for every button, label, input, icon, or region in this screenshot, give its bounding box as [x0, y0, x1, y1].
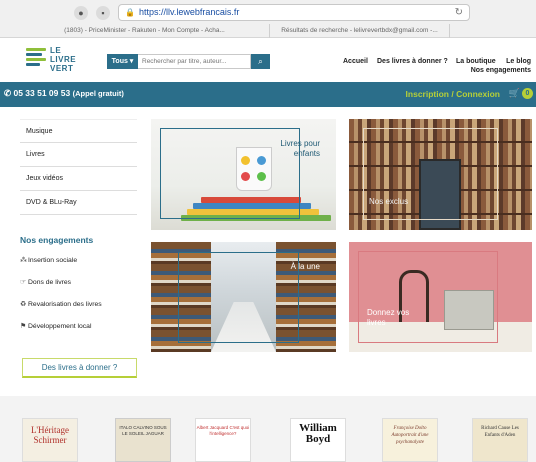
tile-a-la-une[interactable]: À la une — [151, 242, 336, 352]
tab-search-results[interactable]: Résultats de recherche - lelivrevertbdx@… — [270, 24, 450, 38]
engagement-insertion[interactable]: ⁂Insertion sociale — [20, 256, 77, 264]
category-dvd-bluray[interactable]: DVD & BLu-Ray — [20, 191, 137, 215]
cart-icon[interactable]: 🛒 — [509, 88, 520, 99]
tile-donnez-livres[interactable]: Donnez vos livres — [349, 242, 532, 352]
shield-icon[interactable]: ● — [74, 6, 88, 20]
tile-livres-enfants-label: Livres pour enfants — [280, 139, 320, 158]
tab-strip: (1803) - PriceMinister - Rakuten - Mon C… — [0, 24, 536, 38]
people-icon: ⁂ — [20, 257, 27, 264]
cart-count-badge: 0 — [522, 88, 533, 99]
tile-donnez-livres-label: Donnez vos livres — [367, 308, 410, 327]
category-livres[interactable]: Livres — [20, 143, 137, 167]
lock-icon: 🔒 — [125, 8, 135, 17]
hand-icon: ☞ — [20, 279, 27, 286]
book-cover[interactable]: ITALO CALVINO SOUS LE SOLEIL JAGUAR — [115, 418, 171, 462]
engagement-dons[interactable]: ☞ Dons de livres — [20, 278, 71, 286]
book-cover[interactable]: Richard Cause Les Enfants d'Aden — [472, 418, 528, 462]
book-cover[interactable]: Françoise Dolto Autoportrait d'une psych… — [382, 418, 438, 462]
logo-mark-icon — [26, 48, 46, 72]
nav-blog-group: Le blog Nos engagements — [471, 57, 531, 75]
browser-chrome: ● ▪ 🔒 https://llv.lewebfrancais.fr ↻ (180… — [0, 0, 536, 38]
tile-nos-exclus-label: Nos exclus — [369, 197, 409, 206]
category-musique[interactable]: Musique — [20, 119, 137, 143]
tile-livres-enfants[interactable]: Livres pour enfants — [151, 119, 336, 230]
logo-word-1: LE — [50, 46, 62, 55]
book-cover[interactable]: Albert Jacquard C'est quoi l'intelligenc… — [195, 418, 251, 462]
site-header: LE LIVRE VERT Tous ▾ ⌕ Accueil Des livre… — [0, 38, 536, 82]
extension-icon[interactable]: ▪ — [96, 6, 110, 20]
engagement-developpement[interactable]: ⚑ Développement local — [20, 322, 91, 330]
phone-note: (Appel gratuit) — [72, 89, 124, 98]
url-text: https://llv.lewebfrancais.fr — [138, 7, 240, 17]
nav-donner[interactable]: Des livres à donner ? — [377, 58, 448, 65]
info-bar: ✆ 05 33 51 09 53 (Appel gratuit) Inscrip… — [0, 82, 536, 107]
tile-a-la-une-label: À la une — [290, 262, 320, 271]
search-input[interactable] — [138, 54, 251, 69]
login-link[interactable]: Inscription / Connexion — [406, 89, 500, 99]
book-cover[interactable]: William Boyd — [290, 418, 346, 462]
category-jeux-videos[interactable]: Jeux vidéos — [20, 167, 137, 191]
nav-accueil[interactable]: Accueil — [343, 58, 368, 65]
engagements-title: Nos engagements — [20, 235, 94, 245]
give-books-button[interactable]: Des livres à donner ? — [22, 358, 137, 378]
engagement-revalorisation[interactable]: ♻ Revalorisation des livres — [20, 300, 102, 308]
category-menu: Musique Livres Jeux vidéos DVD & BLu-Ray — [20, 119, 137, 215]
tile-nos-exclus[interactable]: Nos exclus — [349, 119, 532, 230]
featured-books-row: L'Héritage Schirmer ITALO CALVINO SOUS L… — [0, 396, 536, 462]
logo-word-2: LIVRE — [50, 55, 77, 64]
logo-word-3: VERT — [50, 64, 74, 73]
map-pin-icon: ⚑ — [20, 323, 27, 330]
search-icon[interactable]: ⌕ — [251, 54, 270, 69]
recycle-icon: ♻ — [20, 301, 27, 308]
nav-engagements[interactable]: Nos engagements — [471, 66, 531, 75]
phone-number: ✆ 05 33 51 09 53 (Appel gratuit) — [4, 88, 124, 98]
search-category-select[interactable]: Tous ▾ — [107, 54, 138, 69]
book-cover[interactable]: L'Héritage Schirmer — [22, 418, 78, 462]
reload-icon[interactable]: ↻ — [455, 5, 463, 20]
search-bar: Tous ▾ ⌕ — [107, 54, 270, 69]
tab-priceminister[interactable]: (1803) - PriceMinister - Rakuten - Mon C… — [20, 24, 270, 38]
nav-blog[interactable]: Le blog — [471, 57, 531, 66]
address-bar[interactable]: 🔒 https://llv.lewebfrancais.fr ↻ — [118, 4, 470, 21]
site-logo[interactable]: LE LIVRE VERT — [26, 46, 76, 76]
